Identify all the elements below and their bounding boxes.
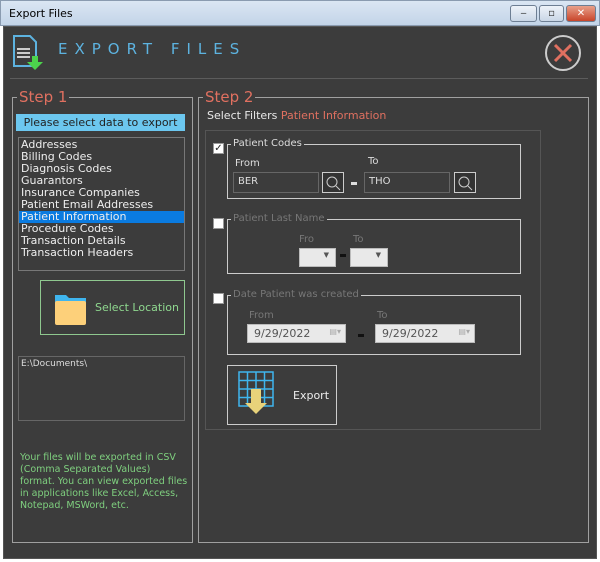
select-filters-heading: Select Filters Patient Information	[207, 109, 386, 122]
title-bar: Export Files ‒ ▫ ✕	[0, 0, 600, 26]
minimize-button[interactable]: ‒	[510, 5, 537, 22]
from-label: From	[235, 158, 260, 169]
date-to-value: 9/29/2022	[382, 327, 439, 340]
data-listbox[interactable]: Addresses Billing Codes Diagnosis Codes …	[18, 137, 185, 271]
export-label: Export	[293, 389, 330, 402]
from-label: From	[249, 310, 274, 321]
step2-legend: Step 2	[203, 88, 256, 106]
last-name-checkbox[interactable]	[213, 218, 224, 229]
app-title: EXPORT FILES	[58, 40, 247, 58]
calendar-icon: ▤▾	[329, 327, 341, 336]
folder-icon	[55, 295, 86, 325]
select-location-button[interactable]: Select Location	[40, 280, 185, 335]
calendar-icon: ▤▾	[458, 327, 470, 336]
search-to-button[interactable]	[454, 172, 476, 193]
from-label: Fro	[299, 234, 315, 245]
date-from-picker[interactable]: 9/29/2022 ▤▾	[247, 324, 346, 343]
to-label: To	[377, 310, 388, 321]
list-item[interactable]: Transaction Headers	[19, 247, 184, 259]
window-title: Export Files	[9, 7, 73, 20]
selected-table-label: Patient Information	[280, 109, 387, 122]
search-from-button[interactable]	[322, 172, 344, 193]
patient-code-to-input[interactable]: THO	[364, 172, 450, 193]
export-button[interactable]: Export	[227, 365, 337, 425]
search-icon	[458, 176, 473, 191]
last-name-label: Patient Last Name	[231, 213, 327, 224]
close-circle-icon[interactable]	[544, 34, 582, 72]
step1-legend: Step 1	[17, 88, 70, 106]
range-dash	[358, 334, 364, 337]
patient-codes-checkbox[interactable]: ✓	[213, 143, 224, 154]
range-dash	[340, 254, 346, 257]
patient-codes-label: Patient Codes	[231, 138, 304, 149]
date-created-checkbox[interactable]	[213, 293, 224, 304]
divider	[10, 78, 588, 79]
range-dash	[351, 182, 357, 185]
close-window-button[interactable]: ✕	[566, 5, 596, 22]
date-from-value: 9/29/2022	[254, 327, 311, 340]
select-filters-label: Select Filters	[207, 109, 278, 122]
select-data-prompt: Please select data to export	[16, 114, 185, 131]
maximize-button[interactable]: ▫	[539, 5, 564, 22]
export-info-text: Your files will be exported in CSV (Comm…	[20, 452, 188, 511]
export-grid-icon	[238, 371, 274, 414]
date-to-picker[interactable]: 9/29/2022 ▤▾	[375, 324, 475, 343]
path-display: E:\Documents\	[18, 356, 185, 421]
patient-code-from-input[interactable]: BER	[233, 172, 319, 193]
to-label: To	[368, 156, 379, 167]
export-file-icon	[13, 35, 43, 70]
select-location-label: Select Location	[95, 301, 179, 314]
to-label: To	[353, 234, 364, 245]
last-name-from-dropdown[interactable]: ▼	[299, 248, 336, 267]
last-name-to-dropdown[interactable]: ▼	[350, 248, 388, 267]
date-created-label: Date Patient was created	[231, 289, 361, 300]
search-icon	[326, 176, 341, 191]
